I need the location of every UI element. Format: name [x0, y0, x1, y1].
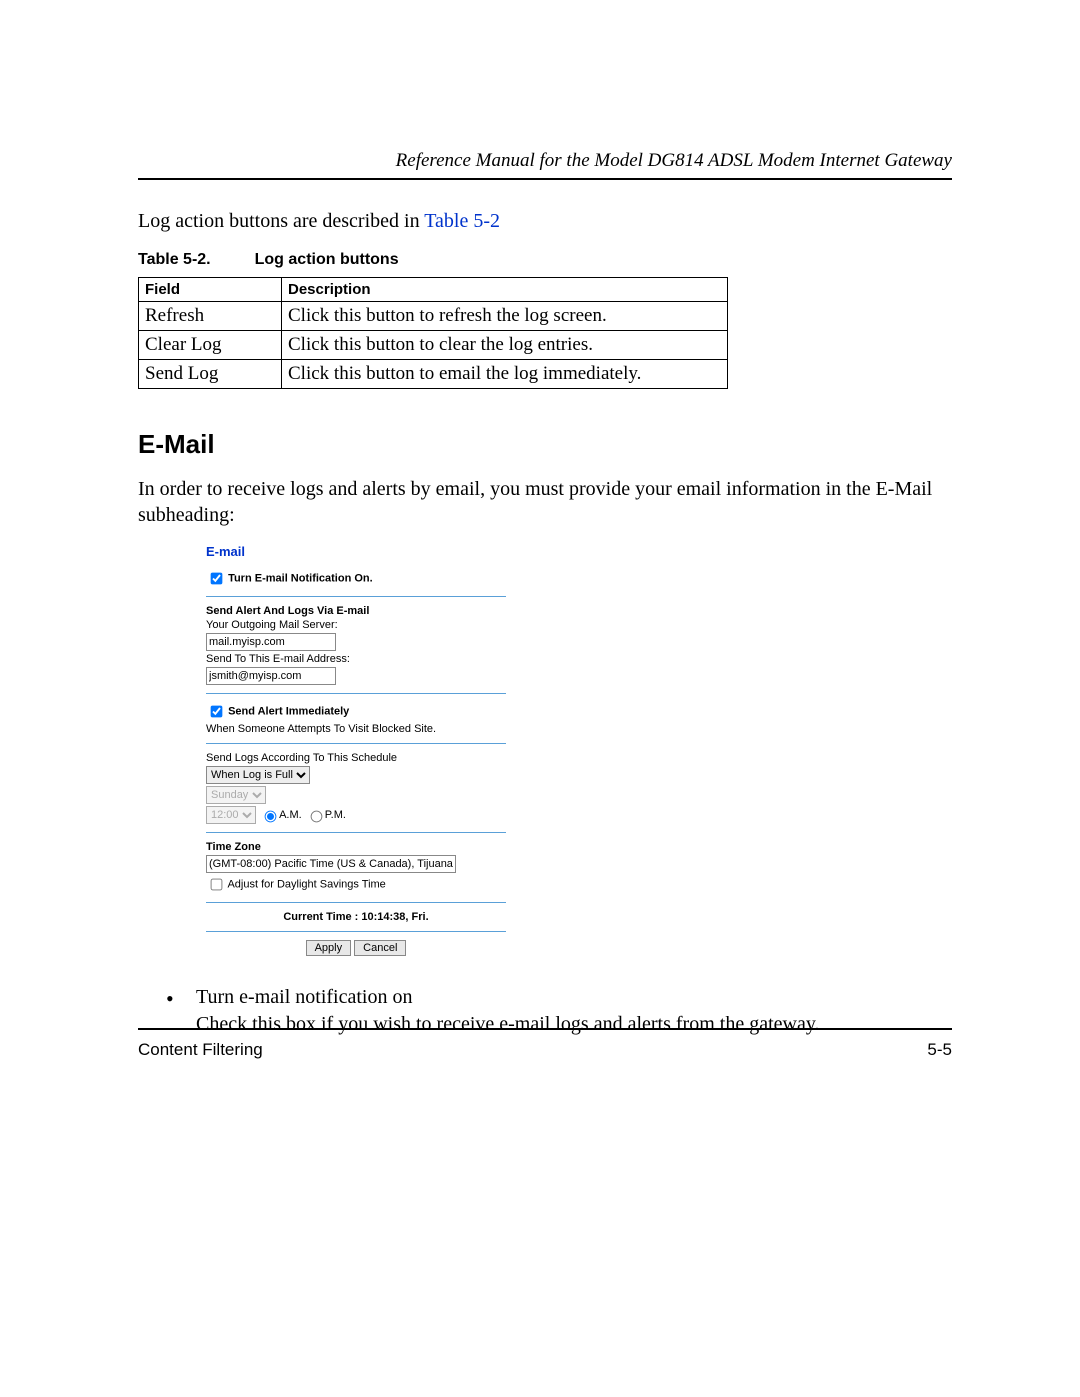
pm-label: P.M.: [325, 809, 346, 821]
divider: [206, 832, 506, 833]
cell-field: Send Log: [139, 360, 282, 389]
table-row: Send Log Click this button to email the …: [139, 360, 728, 389]
cancel-button[interactable]: Cancel: [354, 940, 406, 956]
table-header-row: Field Description: [139, 278, 728, 302]
log-action-table: Field Description Refresh Click this but…: [138, 277, 728, 389]
alert-subtext: When Someone Attempts To Visit Blocked S…: [206, 723, 506, 735]
am-radio[interactable]: [265, 811, 277, 823]
intro-text: Log action buttons are described in: [138, 210, 424, 232]
caption-text: Log action buttons: [255, 251, 399, 268]
divider: [206, 902, 506, 903]
timezone-header: Time Zone: [206, 841, 506, 853]
timezone-input[interactable]: [206, 855, 456, 873]
section-heading: E-Mail: [138, 429, 952, 460]
email-config-screenshot: E-mail Turn E-mail Notification On. Send…: [206, 544, 506, 956]
alert-immediately-label: Send Alert Immediately: [228, 705, 349, 717]
section-paragraph: In order to receive logs and alerts by e…: [138, 476, 952, 528]
am-label: A.M.: [279, 809, 302, 821]
table-row: Clear Log Click this button to clear the…: [139, 331, 728, 360]
cell-description: Click this button to refresh the log scr…: [282, 302, 728, 331]
alert-immediately-checkbox[interactable]: [211, 706, 223, 718]
cell-description: Click this button to clear the log entri…: [282, 331, 728, 360]
header-rule: [138, 178, 952, 180]
email-address-label: Send To This E-mail Address:: [206, 653, 506, 665]
footer-rule: [138, 1028, 952, 1030]
send-alerts-header: Send Alert And Logs Via E-mail: [206, 605, 506, 617]
mail-server-input[interactable]: [206, 633, 336, 651]
schedule-select[interactable]: When Log is Full: [206, 766, 310, 784]
email-panel-title: E-mail: [206, 544, 506, 559]
col-field: Field: [139, 278, 282, 302]
table-reference-link[interactable]: Table 5-2: [424, 210, 500, 232]
caption-number: Table 5-2.: [138, 251, 211, 268]
notify-checkbox[interactable]: [211, 573, 223, 585]
mail-server-label: Your Outgoing Mail Server:: [206, 619, 506, 631]
divider: [206, 596, 506, 597]
bullet-title: Turn e-mail notification on: [196, 986, 412, 1008]
footer-section: Content Filtering: [138, 1040, 263, 1060]
running-header: Reference Manual for the Model DG814 ADS…: [138, 150, 952, 172]
divider: [206, 693, 506, 694]
bullet-body: Check this box if you wish to receive e-…: [196, 1013, 820, 1035]
divider: [206, 743, 506, 744]
time-select[interactable]: 12:00: [206, 806, 256, 824]
table-caption: Table 5-2. Log action buttons: [138, 251, 952, 269]
col-description: Description: [282, 278, 728, 302]
footer-page-number: 5-5: [927, 1040, 952, 1060]
current-time-label: Current Time : 10:14:38, Fri.: [206, 911, 506, 923]
pm-radio[interactable]: [310, 811, 322, 823]
intro-paragraph: Log action buttons are described in Tabl…: [138, 210, 952, 233]
apply-button[interactable]: Apply: [306, 940, 352, 956]
cell-description: Click this button to email the log immed…: [282, 360, 728, 389]
table-row: Refresh Click this button to refresh the…: [139, 302, 728, 331]
cell-field: Clear Log: [139, 331, 282, 360]
email-address-input[interactable]: [206, 667, 336, 685]
cell-field: Refresh: [139, 302, 282, 331]
divider: [206, 931, 506, 932]
footer: Content Filtering 5-5: [138, 1040, 952, 1060]
day-select[interactable]: Sunday: [206, 786, 266, 804]
notify-label: Turn E-mail Notification On.: [228, 572, 373, 584]
schedule-label: Send Logs According To This Schedule: [206, 752, 506, 764]
daylight-checkbox[interactable]: [211, 879, 223, 891]
daylight-label: Adjust for Daylight Savings Time: [227, 878, 385, 890]
